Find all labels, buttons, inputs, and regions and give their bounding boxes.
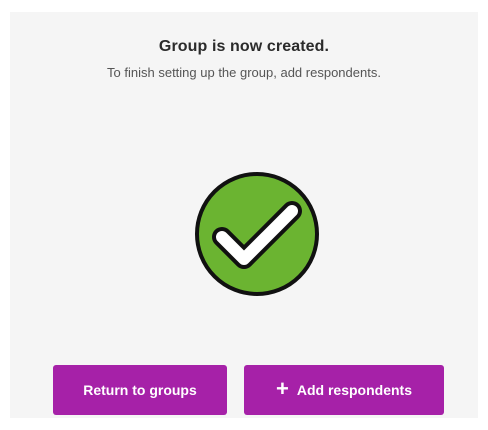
return-to-groups-button[interactable]: Return to groups — [53, 365, 227, 415]
add-respondents-label: Add respondents — [296, 382, 412, 398]
add-respondents-button[interactable]: + Add respondents — [244, 365, 444, 415]
plus-icon: + — [276, 376, 289, 401]
confirmation-subtitle: To finish setting up the group, add resp… — [107, 65, 381, 80]
return-to-groups-label: Return to groups — [83, 382, 197, 398]
confirmation-panel: Group is now created. To finish setting … — [10, 12, 478, 418]
check-circle-icon — [195, 172, 319, 296]
confirmation-title: Group is now created. — [158, 38, 330, 55]
